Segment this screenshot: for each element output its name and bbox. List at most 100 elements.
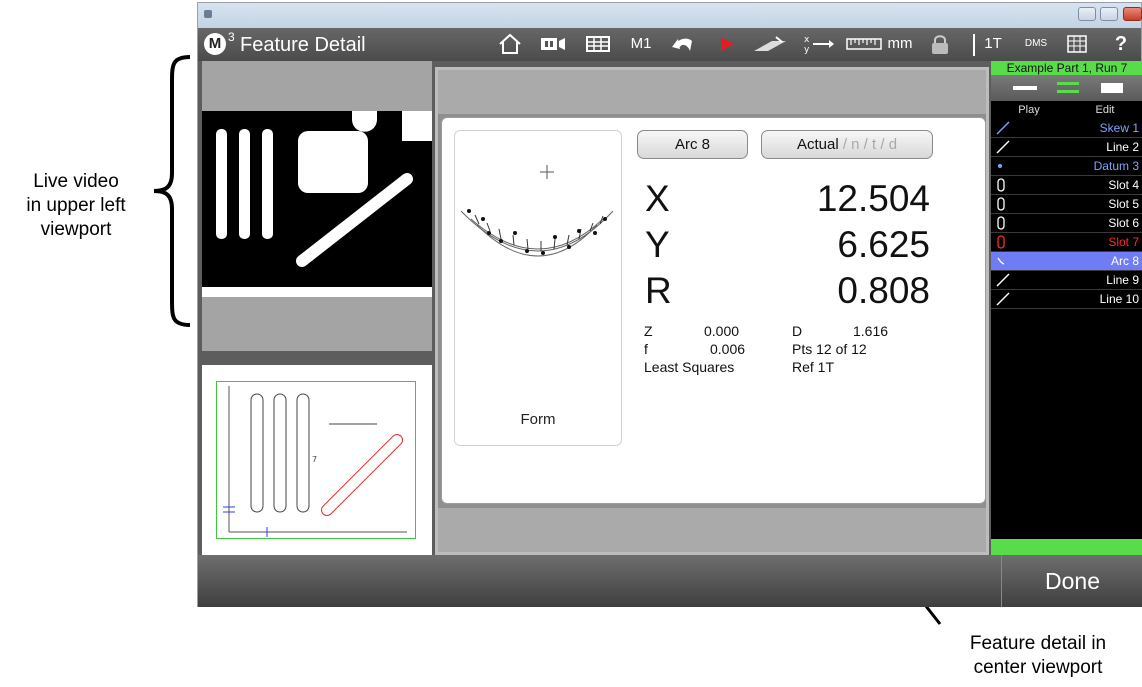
app-window: M 3 Feature Detail M1 xy mm 1T DMS ? 7 F…	[197, 2, 1142, 607]
grid-icon[interactable]	[584, 33, 612, 55]
y-label: Y	[645, 224, 670, 265]
x-label: X	[645, 178, 670, 219]
feature-name: Line 10	[1099, 292, 1139, 306]
feature-list-panel: Example Part 1, Run 7 Play Edit Skew 1 Li…	[991, 61, 1142, 555]
feature-name: Datum 3	[1093, 159, 1139, 173]
f-label: f	[644, 341, 648, 357]
svg-text:x: x	[804, 35, 810, 45]
slot-icon	[996, 216, 1010, 230]
feature-name-button[interactable]: Arc 8	[637, 130, 748, 159]
feature-row[interactable]: Datum 3	[991, 157, 1142, 176]
maximize-button[interactable]	[1100, 7, 1118, 21]
slot-icon	[996, 178, 1010, 192]
toolbar-divider	[973, 34, 975, 56]
angle-mode-button[interactable]: DMS	[1016, 33, 1056, 55]
reference-frame: Ref 1T	[792, 359, 835, 375]
d-label: D	[792, 323, 803, 339]
callout-feature-detail: Feature detail in center viewport	[938, 632, 1138, 680]
slot-icon	[996, 235, 1010, 249]
feature-name: Skew 1	[1099, 121, 1139, 135]
callout-live-video: Live video in upper left viewport	[2, 170, 150, 242]
feature-row[interactable]: Slot 5	[991, 195, 1142, 214]
feature-row[interactable]: Slot 6	[991, 214, 1142, 233]
feature-row[interactable]: Line 9	[991, 271, 1142, 290]
feature-name: Slot 6	[1108, 216, 1139, 230]
home-icon[interactable]	[496, 33, 524, 55]
points-count: Pts 12 of 12	[792, 341, 867, 357]
app-icon	[204, 10, 212, 18]
help-button[interactable]: ?	[1106, 33, 1136, 55]
z-label: Z	[644, 323, 653, 339]
part-view-viewport[interactable]: 7	[202, 365, 432, 555]
done-button[interactable]: Done	[1001, 555, 1142, 607]
mode-label: Actual	[796, 136, 839, 153]
m3-logo: M	[204, 33, 226, 55]
video-icon[interactable]	[538, 33, 568, 55]
arc-icon	[996, 254, 1010, 268]
probe-icon[interactable]	[750, 33, 790, 55]
feature-row[interactable]: Line 2	[991, 138, 1142, 157]
bottom-bar	[198, 555, 1001, 607]
units-label[interactable]: mm	[886, 33, 914, 55]
feature-name: Line 9	[1106, 273, 1139, 287]
line-icon	[996, 292, 1010, 306]
live-video-image	[202, 111, 432, 297]
callout-right-line: center viewport	[973, 657, 1103, 678]
d-value: 1.616	[853, 323, 889, 339]
undo-icon[interactable]	[668, 33, 698, 55]
feature-detail-viewport: Form Arc 8 Actual / n / t / d X 12.504 Y…	[435, 67, 989, 555]
center-header	[438, 70, 986, 114]
z-value: 0.000	[704, 323, 740, 339]
live-video-viewport[interactable]	[202, 61, 432, 351]
single-line-icon	[1013, 86, 1037, 90]
xy-swap-icon[interactable]: xy	[796, 33, 836, 55]
feature-list: Skew 1 Line 2 Datum 3 Slot 4 Slot 5 Slot 6 Slo…	[991, 119, 1142, 309]
fit-method: Least Squares	[644, 359, 735, 375]
svg-text:y: y	[804, 45, 810, 55]
form-plot[interactable]: Form	[454, 130, 622, 446]
form-arc-plot	[460, 165, 614, 257]
slot-icon	[996, 197, 1010, 211]
reference-button[interactable]: 1T	[980, 33, 1006, 55]
ruler-icon[interactable]	[844, 33, 884, 55]
play-icon[interactable]	[712, 33, 740, 55]
callout-right-line: Feature detail in	[969, 633, 1107, 654]
display-mode-button[interactable]: Actual / n / t / d	[761, 130, 933, 159]
feature-row[interactable]: Skew 1	[991, 119, 1142, 138]
part-view-frame: 7	[216, 381, 416, 539]
table-icon[interactable]	[1062, 33, 1092, 55]
minimize-button[interactable]	[1078, 7, 1096, 21]
page-title: Feature Detail	[240, 34, 366, 56]
feature-name: Slot 7	[1108, 235, 1139, 249]
feature-detail-card: Form Arc 8 Actual / n / t / d X 12.504 Y…	[441, 117, 986, 504]
mode-suffix: / n / t / d	[838, 136, 898, 153]
feature-row[interactable]: Slot 7	[991, 233, 1142, 252]
callout-left-line: viewport	[40, 219, 112, 240]
close-button[interactable]	[1123, 7, 1142, 21]
form-label: Form	[520, 411, 556, 428]
logo-superscript: 3	[228, 30, 235, 44]
feature-name: Slot 4	[1108, 178, 1139, 192]
run-toolbar	[991, 75, 1142, 101]
line-icon	[996, 121, 1010, 135]
r-label: R	[645, 270, 672, 311]
toolbar: M 3 Feature Detail M1 xy mm 1T DMS ?	[198, 28, 1141, 61]
r-value: 0.808	[837, 270, 930, 311]
tab-play[interactable]: Play	[991, 101, 1067, 119]
feature-row[interactable]: Slot 4	[991, 176, 1142, 195]
run-title: Example Part 1, Run 7	[991, 61, 1142, 75]
point-icon	[996, 159, 1010, 173]
brace-icon	[153, 55, 191, 327]
feature-name: Line 2	[1106, 140, 1139, 154]
window-titlebar	[198, 3, 1142, 28]
center-footer	[438, 508, 986, 552]
m1-button[interactable]: M1	[626, 33, 656, 55]
svg-text:7: 7	[312, 455, 317, 464]
f-value: 0.006	[710, 341, 746, 357]
lock-icon[interactable]	[926, 33, 954, 55]
tab-edit[interactable]: Edit	[1067, 101, 1142, 119]
feature-row[interactable]: Arc 8	[991, 252, 1142, 271]
line-icon	[996, 140, 1010, 154]
feature-row[interactable]: Line 10	[991, 290, 1142, 309]
callout-left-line: in upper left	[26, 195, 126, 216]
